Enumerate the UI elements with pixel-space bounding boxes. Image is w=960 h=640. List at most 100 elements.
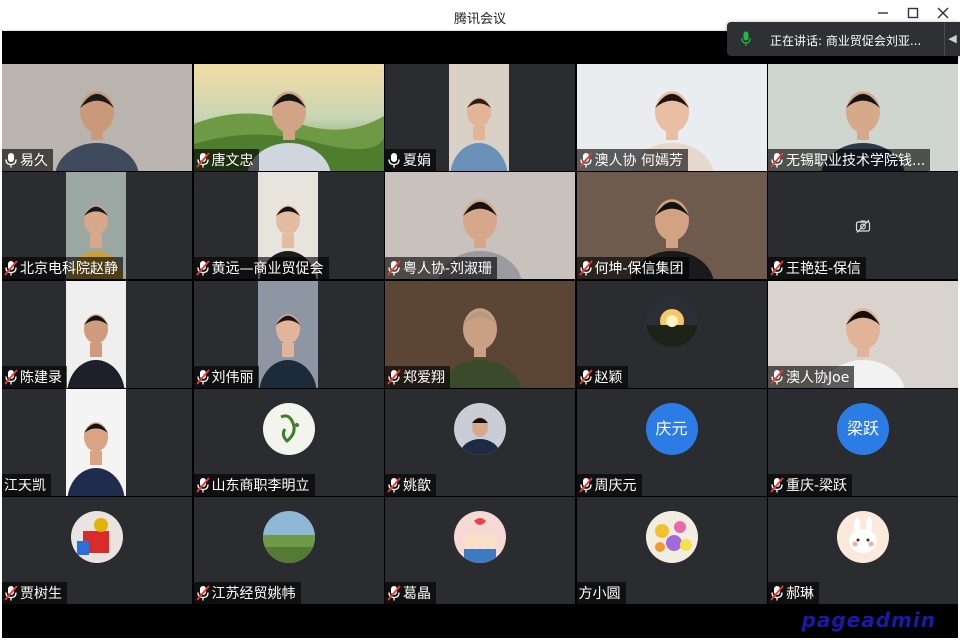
participant-name: 重庆-梁跃: [786, 477, 848, 494]
mic-muted-icon: [770, 368, 784, 385]
mic-muted-icon: [770, 260, 784, 276]
participant-name-bar: 易久: [2, 149, 53, 171]
participant-tile[interactable]: 赵颖: [576, 280, 767, 388]
mic-muted-icon: [4, 368, 18, 385]
participant-video: [257, 280, 318, 388]
participant-name-bar: 唐文忠: [193, 149, 259, 171]
participant-tile[interactable]: 郑爱翔: [385, 280, 575, 388]
mic-icon: [4, 152, 18, 168]
mic-muted-icon: [578, 260, 593, 276]
participant-name: 唐文忠: [211, 153, 254, 169]
participant-name-bar: 郝琳: [768, 582, 819, 604]
participant-tile[interactable]: 易久: [2, 64, 192, 171]
participant-tile[interactable]: 黄远—商业贸促会: [193, 172, 384, 280]
participant-name: 赵颖: [594, 369, 623, 386]
participant-name: 江苏经贸姚帏: [211, 586, 296, 602]
participant-tile[interactable]: 澳人协Joe: [768, 280, 958, 388]
mic-active-icon: [741, 31, 751, 46]
speaking-indicator[interactable]: 正在讲话: 商业贸促会刘亚... ◀: [727, 22, 960, 56]
participant-name-bar: 江天凯: [2, 473, 51, 496]
mic-muted-icon: [195, 477, 210, 493]
participant-name: 粤人协-刘淑珊: [403, 261, 493, 278]
participant-tile[interactable]: 唐文忠: [193, 64, 384, 171]
participant-name-bar: 山东商职李明立: [193, 473, 315, 496]
mic-muted-icon: [387, 368, 401, 385]
participant-tile[interactable]: 梁跃重庆-梁跃: [768, 388, 958, 496]
mic-muted-icon: [195, 368, 210, 385]
participant-video: [449, 64, 509, 171]
participant-name: 澳人协Joe: [786, 369, 850, 386]
mic-muted-icon: [195, 152, 210, 168]
participant-name-bar: 澳人协 何嫣芳: [576, 149, 688, 171]
participant-name: 周庆元: [594, 477, 637, 494]
participant-name: 夏娟: [403, 153, 431, 169]
participant-tile[interactable]: 无锡职业技术学院钱...: [768, 64, 958, 171]
participant-name-bar: 陈建录: [2, 365, 67, 388]
participant-name: 郑爱翔: [403, 369, 445, 386]
participant-name: 刘伟丽: [211, 369, 254, 386]
participant-tile[interactable]: 贾树生: [2, 497, 192, 604]
participant-name-bar: 郑爱翔: [385, 365, 450, 388]
participant-name-bar: 刘伟丽: [193, 365, 259, 388]
speaking-text: 正在讲话: 商业贸促会刘亚...: [770, 34, 922, 48]
mic-muted-icon: [195, 260, 210, 276]
avatar: [454, 402, 506, 455]
participant-name-bar: 何坤-保信集团: [576, 257, 689, 280]
avatar: [837, 511, 889, 563]
participant-tile[interactable]: 郝琳: [768, 497, 958, 604]
avatar: [645, 294, 698, 347]
avatar-text: 庆元: [645, 402, 698, 455]
participant-name: 姚歆: [403, 477, 431, 494]
avatar: [454, 511, 506, 563]
participant-tile[interactable]: 何坤-保信集团: [576, 172, 767, 280]
participant-tile[interactable]: 王艳廷-保信: [768, 172, 958, 280]
avatar: [71, 511, 123, 563]
participant-name-bar: 江苏经贸姚帏: [193, 582, 301, 604]
participant-tile[interactable]: 江天凯: [2, 388, 192, 496]
participant-name-bar: 葛晶: [385, 582, 436, 604]
participant-name: 易久: [20, 153, 48, 169]
mic-muted-icon: [578, 368, 593, 385]
participant-tile[interactable]: 刘伟丽: [193, 280, 384, 388]
participant-video: [66, 388, 126, 496]
mic-muted-icon: [578, 477, 593, 493]
participant-name: 何坤-保信集团: [594, 261, 684, 278]
mic-muted-icon: [387, 477, 401, 493]
participant-tile[interactable]: 江苏经贸姚帏: [193, 497, 384, 604]
mic-muted-icon: [195, 585, 210, 601]
meeting-stage: 易久 唐文忠 夏娟 澳人协 何嫣芳 无锡职业技术学院钱... 北京电科院赵静 黄远—商业贸促…: [2, 31, 958, 638]
mic-icon: [387, 152, 401, 168]
participant-tile[interactable]: 北京电科院赵静: [2, 172, 192, 280]
participant-name: 黄远—商业贸促会: [211, 261, 324, 278]
mic-muted-icon: [770, 477, 784, 493]
participant-tile[interactable]: 姚歆: [385, 388, 575, 496]
participant-name: 王艳廷-保信: [786, 261, 862, 278]
participant-tile[interactable]: 葛晶: [385, 497, 575, 604]
participant-tile[interactable]: 山东商职李明立: [193, 388, 384, 496]
participant-name: 方小圆: [578, 586, 621, 602]
collapse-icon[interactable]: ◀: [944, 22, 960, 56]
participant-name-bar: 王艳廷-保信: [768, 257, 867, 280]
participant-name: 江天凯: [4, 477, 46, 494]
participant-name-bar: 方小圆: [576, 582, 626, 604]
participant-name: 澳人协 何嫣芳: [594, 153, 683, 169]
participant-name: 郝琳: [786, 586, 814, 602]
participant-name: 陈建录: [20, 369, 62, 386]
participant-name-bar: 贾树生: [2, 582, 67, 604]
avatar-text: 梁跃: [837, 402, 889, 455]
participant-video: [66, 280, 126, 388]
participant-name: 无锡职业技术学院钱...: [786, 153, 926, 169]
participant-name-bar: 黄远—商业贸促会: [193, 257, 329, 280]
participant-grid: 易久 唐文忠 夏娟 澳人协 何嫣芳 无锡职业技术学院钱... 北京电科院赵静 黄远—商业贸促…: [2, 64, 958, 636]
participant-tile[interactable]: 庆元周庆元: [576, 388, 767, 496]
mic-muted-icon: [4, 260, 18, 276]
participant-tile[interactable]: 陈建录: [2, 280, 192, 388]
avatar: [262, 511, 315, 563]
participant-tile[interactable]: 夏娟: [385, 64, 575, 171]
participant-tile[interactable]: 澳人协 何嫣芳: [576, 64, 767, 171]
participant-name-bar: 重庆-梁跃: [768, 473, 853, 496]
participant-tile[interactable]: 方小圆: [576, 497, 767, 604]
participant-tile[interactable]: 粤人协-刘淑珊: [385, 172, 575, 280]
participant-name: 葛晶: [403, 586, 431, 602]
participant-name-bar: 无锡职业技术学院钱...: [768, 149, 931, 171]
